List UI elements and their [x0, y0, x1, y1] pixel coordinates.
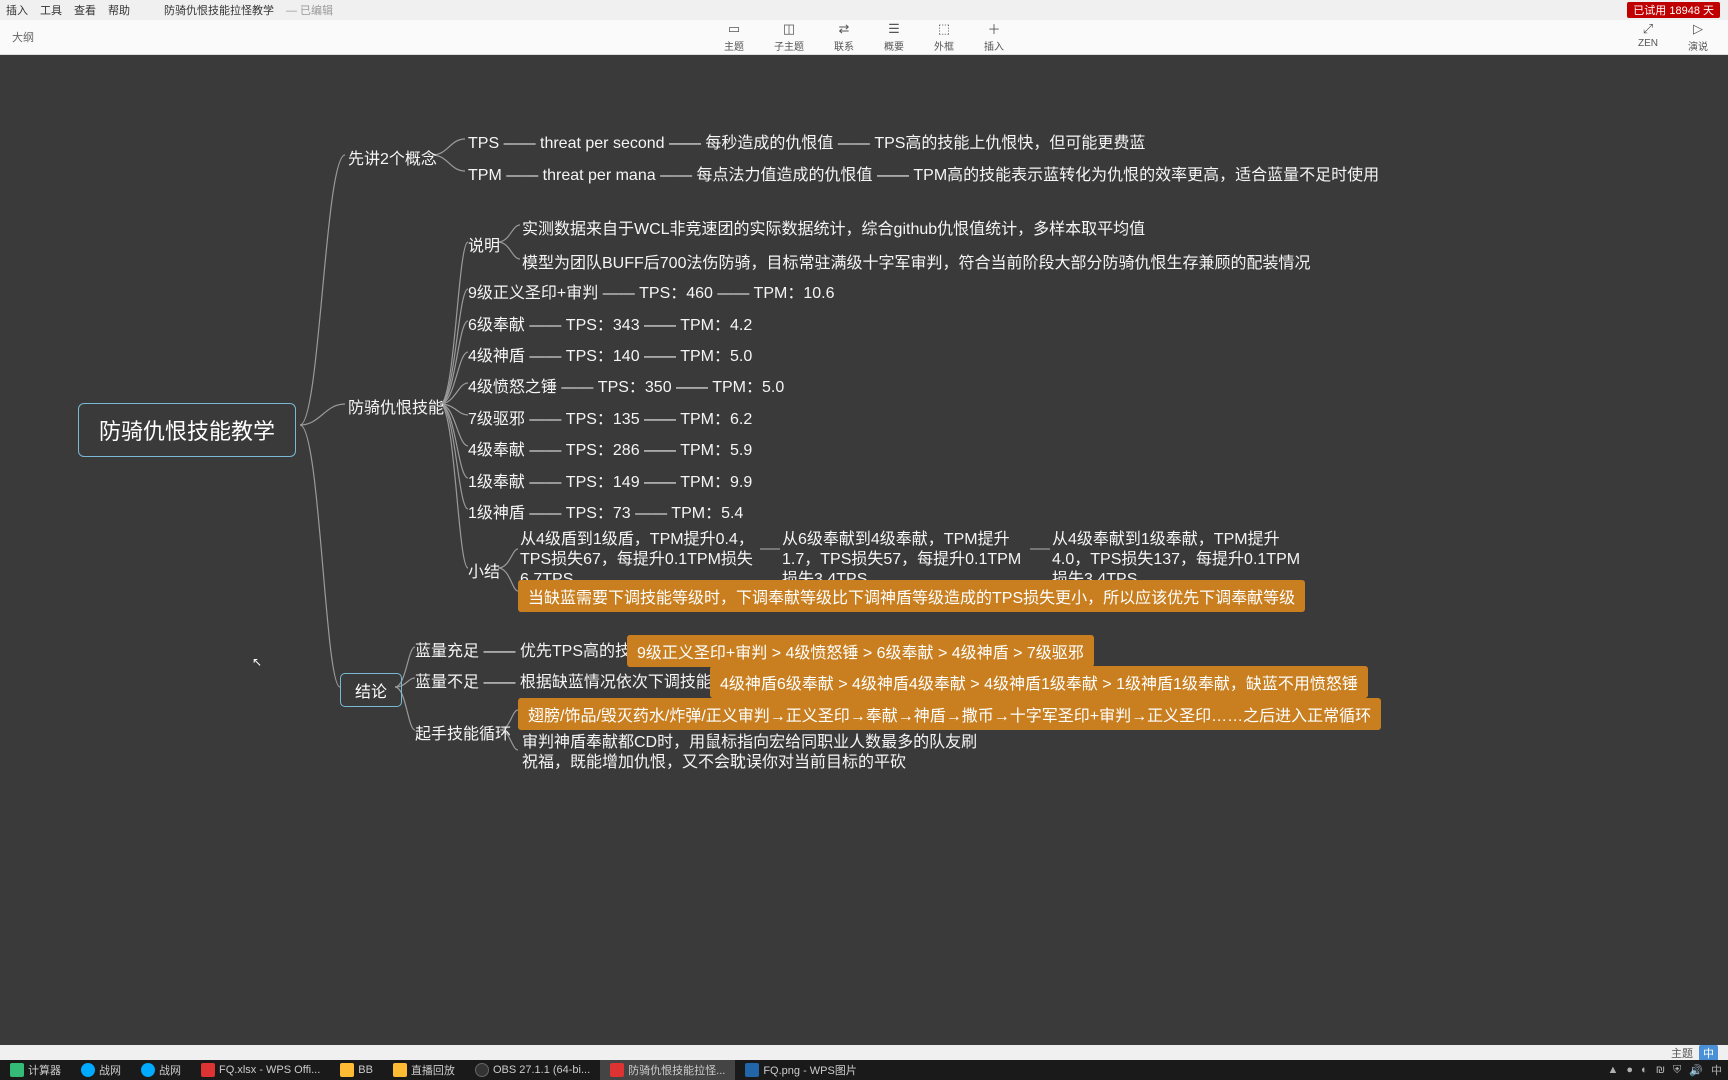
branch-conclusion[interactable]: 结论 — [340, 673, 402, 707]
summary-title[interactable]: 小结 — [468, 558, 500, 582]
tray-icon[interactable]: ₪ — [1656, 1064, 1665, 1076]
mindmap-canvas[interactable]: 防骑仇恨技能教学 先讲2个概念 TPS —— threat per second… — [0, 55, 1728, 1045]
doc-title: 防骑仇恨技能拉怪教学 — [164, 2, 274, 18]
tray-icon[interactable]: 中 — [1711, 1062, 1722, 1078]
summary-highlight[interactable]: 当缺蓝需要下调技能等级时，下调奉献等级比下调神盾等级造成的TPS损失更小，所以应… — [518, 580, 1305, 612]
skill-3[interactable]: 4级愤怒之锤 —— TPS：350 —— TPM：5.0 — [468, 373, 784, 397]
toolbar-center: ▭主题 ◫子主题 ⇄联系 ☰概要 ⬚外框 ＋插入 — [724, 22, 1004, 53]
topic-icon: ▭ — [725, 22, 743, 36]
task-calc[interactable]: 计算器 — [0, 1060, 71, 1080]
folder-icon — [393, 1063, 407, 1077]
tray-icon[interactable]: ● — [1626, 1064, 1633, 1076]
folder-icon — [340, 1063, 354, 1077]
rotation-highlight[interactable]: 翅膀/饰品/毁灭药水/炸弹/正义审判→正义圣印→奉献→神盾→撒币→十字军圣印+审… — [518, 698, 1381, 730]
tray-icon[interactable]: ◐ — [1641, 1064, 1648, 1076]
toolbar: 大纲 ▭主题 ◫子主题 ⇄联系 ☰概要 ⬚外框 ＋插入 ⤢ZEN ▷演说 — [0, 20, 1728, 55]
toolbar-right: ⤢ZEN ▷演说 — [1638, 22, 1708, 53]
root-label: 防骑仇恨技能教学 — [99, 419, 275, 444]
desc-title[interactable]: 说明 — [468, 232, 500, 256]
wps-icon — [610, 1063, 624, 1077]
branch-skills[interactable]: 防骑仇恨技能 — [348, 394, 444, 418]
rotation-title[interactable]: 起手技能循环 — [415, 720, 511, 744]
bnet-icon — [141, 1063, 155, 1077]
skill-5[interactable]: 4级奉献 —— TPS：286 —— TPM：5.9 — [468, 436, 752, 460]
system-tray: ▲ ● ◐ ₪ ⛨ 🔊 中 — [1608, 1062, 1728, 1078]
skill-6[interactable]: 1级奉献 —— TPS：149 —— TPM：9.9 — [468, 468, 752, 492]
wps-icon — [201, 1063, 215, 1077]
expand-icon: ⤢ — [1639, 22, 1657, 36]
trial-badge: 已试用 18948 天 — [1627, 2, 1720, 18]
task-bnet2[interactable]: 战网 — [131, 1060, 191, 1080]
relation-icon: ⇄ — [835, 22, 853, 36]
menu-view[interactable]: 查看 — [74, 2, 96, 18]
task-bb[interactable]: BB — [330, 1060, 383, 1080]
tpm-def[interactable]: TPM —— threat per mana —— 每点法力值造成的仇恨值 ——… — [468, 161, 1379, 185]
insert-button[interactable]: ＋插入 — [984, 22, 1004, 53]
tray-icon[interactable]: ⛨ — [1673, 1064, 1681, 1077]
summary-icon: ☰ — [885, 22, 903, 36]
plus-icon: ＋ — [985, 22, 1003, 36]
tps-def[interactable]: TPS —— threat per second —— 每秒造成的仇恨值 —— … — [468, 129, 1145, 153]
calc-icon — [10, 1063, 24, 1077]
subtopic-icon: ◫ — [780, 22, 798, 36]
tray-icon[interactable]: ▲ — [1608, 1064, 1619, 1076]
lang-badge[interactable]: 中 — [1699, 1045, 1718, 1061]
menubar: 插入 工具 查看 帮助 防骑仇恨技能拉怪教学 — 已编辑 已试用 18948 天 — [0, 0, 1728, 20]
wpsimg-icon — [745, 1063, 759, 1077]
topic-button[interactable]: ▭主题 — [724, 22, 744, 53]
task-png[interactable]: FQ.png - WPS图片 — [735, 1060, 867, 1080]
subtopic-button[interactable]: ◫子主题 — [774, 22, 804, 53]
skill-2[interactable]: 4级神盾 —— TPS：140 —— TPM：5.0 — [468, 342, 752, 366]
root-node[interactable]: 防骑仇恨技能教学 — [78, 403, 296, 457]
taskbar: 计算器 战网 战网 FQ.xlsx - WPS Offi... BB 直播回放 … — [0, 1060, 1728, 1080]
doc-state: — 已编辑 — [286, 2, 333, 18]
task-mindmap[interactable]: 防骑仇恨技能拉怪... — [600, 1060, 735, 1080]
desc1[interactable]: 实测数据来自于WCL非竞速团的实际数据统计，综合github仇恨值统计，多样本取… — [522, 215, 1145, 239]
mouse-cursor: ↖ — [252, 655, 262, 669]
branch-concepts[interactable]: 先讲2个概念 — [348, 145, 437, 169]
zen-button[interactable]: ⤢ZEN — [1638, 22, 1658, 53]
skill-0[interactable]: 9级正义圣印+审判 —— TPS：460 —— TPM：10.6 — [468, 279, 834, 303]
obs-icon — [475, 1063, 489, 1077]
skill-1[interactable]: 6级奉献 —— TPS：343 —— TPM：4.2 — [468, 311, 752, 335]
theme-label[interactable]: 主题 — [1671, 1045, 1693, 1061]
bnet-icon — [81, 1063, 95, 1077]
skill-4[interactable]: 7级驱邪 —— TPS：135 —— TPM：6.2 — [468, 405, 752, 429]
task-xlsx[interactable]: FQ.xlsx - WPS Offi... — [191, 1060, 330, 1080]
boundary-icon: ⬚ — [935, 22, 953, 36]
relation-button[interactable]: ⇄联系 — [834, 22, 854, 53]
tray-icon[interactable]: 🔊 — [1689, 1064, 1703, 1077]
fullmana-highlight[interactable]: 9级正义圣印+审判 > 4级愤怒锤 > 6级奉献 > 4级神盾 > 7级驱邪 — [627, 635, 1094, 667]
menu-tools[interactable]: 工具 — [40, 2, 62, 18]
skill-7[interactable]: 1级神盾 —— TPS：73 —— TPM：5.4 — [468, 499, 743, 523]
present-button[interactable]: ▷演说 — [1688, 22, 1708, 53]
status-bar: 主题 中 — [0, 1045, 1728, 1060]
task-bnet1[interactable]: 战网 — [71, 1060, 131, 1080]
rotation-text[interactable]: 审判神盾奉献都CD时，用鼠标指向宏给同职业人数最多的队友刷祝福，既能增加仇恨，又… — [522, 733, 992, 773]
menu-insert[interactable]: 插入 — [6, 2, 28, 18]
task-replay[interactable]: 直播回放 — [383, 1060, 465, 1080]
boundary-button[interactable]: ⬚外框 — [934, 22, 954, 53]
play-icon: ▷ — [1689, 22, 1707, 36]
menu-help[interactable]: 帮助 — [108, 2, 130, 18]
lowmana-highlight[interactable]: 4级神盾6级奉献 > 4级神盾4级奉献 > 4级神盾1级奉献 > 1级神盾1级奉… — [710, 666, 1368, 698]
task-obs[interactable]: OBS 27.1.1 (64-bi... — [465, 1060, 600, 1080]
summary-button[interactable]: ☰概要 — [884, 22, 904, 53]
outline-label[interactable]: 大纲 — [12, 29, 34, 45]
desc2[interactable]: 模型为团队BUFF后700法伤防骑，目标常驻满级十字军审判，符合当前阶段大部分防… — [522, 249, 1310, 273]
